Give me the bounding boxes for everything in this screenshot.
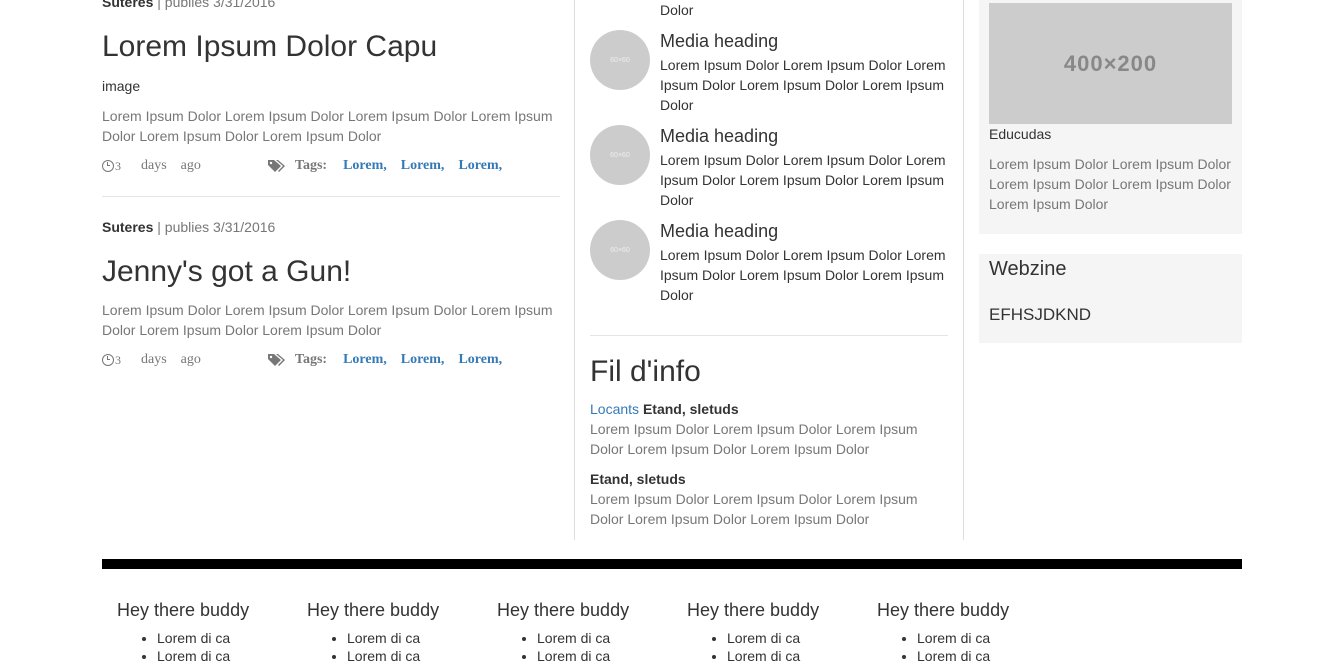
panel-text: Lorem Ipsum Dolor Lorem Ipsum Dolor Lore… xyxy=(989,156,1231,212)
article-title[interactable]: Jenny's got a Gun! xyxy=(102,255,351,289)
footer-link[interactable]: Lorem di ca xyxy=(537,629,677,647)
tags-icon xyxy=(267,353,285,367)
media-text: Lorem Ipsum Dolor Lorem Ipsum Dolor Lore… xyxy=(660,152,946,208)
footer-column: Hey there buddy Lorem di ca Lorem di ca xyxy=(687,600,867,665)
tags-icon xyxy=(267,159,285,173)
footer-link-list: Lorem di ca Lorem di ca xyxy=(877,629,1057,665)
tag-link[interactable]: Lorem, xyxy=(343,352,387,368)
media-text: Lorem Ipsum Dolor Lorem Ipsum Dolor Lore… xyxy=(660,247,946,303)
fil-info-heading: Etand, sletuds xyxy=(590,471,686,487)
article-list: Suteres | publies 3/31/2016 Lorem Ipsum … xyxy=(102,0,562,540)
article-author[interactable]: Suteres xyxy=(102,219,153,235)
time-unit: days xyxy=(141,158,167,173)
panel-caption: Educudas xyxy=(989,126,1052,142)
webzine-body: EFHSJDKND xyxy=(989,305,1092,324)
footer-column-title: Hey there buddy xyxy=(687,600,820,620)
article-date: | publies 3/31/2016 xyxy=(157,219,276,235)
time-ago: ago xyxy=(180,352,201,367)
tags-label: Tags: xyxy=(294,158,328,173)
media-thumbnail: 60×60 xyxy=(590,125,650,185)
media-text-fragment: Dolor xyxy=(660,2,694,18)
media-item: 60×60 Media heading Lorem Ipsum Dolor Lo… xyxy=(590,220,950,305)
fil-info-title: Fil d'info xyxy=(590,355,701,388)
fil-info-text: Lorem Ipsum Dolor Lorem Ipsum Dolor Lore… xyxy=(590,491,918,527)
footer-bar xyxy=(102,559,1242,569)
media-list: Dolor 60×60 Media heading Lorem Ipsum Do… xyxy=(590,0,950,540)
media-heading[interactable]: Media heading xyxy=(660,220,950,242)
footer-column: Hey there buddy Lorem di ca Lorem di ca xyxy=(877,600,1057,665)
article-image-label: image xyxy=(102,78,141,94)
tag-link[interactable]: Lorem, xyxy=(401,158,445,174)
footer-link[interactable]: Lorem di ca xyxy=(917,647,1057,665)
tag-link[interactable]: Lorem, xyxy=(343,158,387,174)
footer-column-title: Hey there buddy xyxy=(877,600,1010,620)
time-unit: days xyxy=(141,352,167,367)
media-heading[interactable]: Media heading xyxy=(660,30,950,52)
time-count: 3 xyxy=(115,158,121,173)
tags-label: Tags: xyxy=(294,352,328,367)
footer-column-title: Hey there buddy xyxy=(497,600,630,620)
webzine-panel: Webzine EFHSJDKND xyxy=(979,254,1242,343)
tag-link[interactable]: Lorem, xyxy=(458,352,502,368)
footer-link[interactable]: Lorem di ca xyxy=(157,647,297,665)
fil-info-text: Lorem Ipsum Dolor Lorem Ipsum Dolor Lore… xyxy=(590,421,918,457)
footer-column: Hey there buddy Lorem di ca Lorem di ca xyxy=(497,600,677,665)
article-excerpt: Lorem Ipsum Dolor Lorem Ipsum Dolor Lore… xyxy=(102,108,553,144)
article-title[interactable]: Lorem Ipsum Dolor Capu xyxy=(102,30,437,64)
image-panel: 400×200 Educudas Lorem Ipsum Dolor Lorem… xyxy=(979,0,1242,234)
column-divider-left xyxy=(574,0,575,540)
time-ago: ago xyxy=(180,158,201,173)
article-footer: 3 days ago Tags: Lorem, Lorem, Lorem, xyxy=(102,158,562,174)
article-meta: Suteres | publies 3/31/2016 xyxy=(102,0,275,10)
footer-link-list: Lorem di ca Lorem di ca xyxy=(497,629,677,665)
article-meta: Suteres | publies 3/31/2016 xyxy=(102,219,275,235)
footer-column-title: Hey there buddy xyxy=(117,600,250,620)
time-count: 3 xyxy=(115,352,121,367)
clock-icon xyxy=(102,160,114,172)
article-author[interactable]: Suteres xyxy=(102,0,153,10)
fil-info-link[interactable]: Locants xyxy=(590,401,639,417)
fil-info-heading: Etand, sletuds xyxy=(642,401,739,417)
media-item: 60×60 Media heading Lorem Ipsum Dolor Lo… xyxy=(590,125,950,210)
article-footer: 3 days ago Tags: Lorem, Lorem, Lorem, xyxy=(102,352,562,368)
footer-column: Hey there buddy Lorem di ca Lorem di ca xyxy=(117,600,297,665)
media-item: 60×60 Media heading Lorem Ipsum Dolor Lo… xyxy=(590,30,950,115)
footer-link[interactable]: Lorem di ca xyxy=(727,629,867,647)
footer-link[interactable]: Lorem di ca xyxy=(347,647,487,665)
section-divider xyxy=(590,335,948,336)
media-text: Lorem Ipsum Dolor Lorem Ipsum Dolor Lore… xyxy=(660,57,946,113)
article-excerpt: Lorem Ipsum Dolor Lorem Ipsum Dolor Lore… xyxy=(102,302,553,338)
footer-link[interactable]: Lorem di ca xyxy=(917,629,1057,647)
article-date: | publies 3/31/2016 xyxy=(157,0,276,10)
footer-column-title: Hey there buddy xyxy=(307,600,440,620)
footer-link[interactable]: Lorem di ca xyxy=(347,629,487,647)
column-divider-right xyxy=(963,0,964,540)
footer-link[interactable]: Lorem di ca xyxy=(157,629,297,647)
clock-icon xyxy=(102,354,114,366)
tag-link[interactable]: Lorem, xyxy=(458,158,502,174)
fil-info-item: Etand, sletuds Lorem Ipsum Dolor Lorem I… xyxy=(590,469,930,529)
fil-info-item: Locants Etand, sletuds Lorem Ipsum Dolor… xyxy=(590,399,930,459)
footer-link-list: Lorem di ca Lorem di ca xyxy=(117,629,297,665)
article-divider xyxy=(102,196,560,197)
footer-column: Hey there buddy Lorem di ca Lorem di ca xyxy=(307,600,487,665)
footer-link-list: Lorem di ca Lorem di ca xyxy=(687,629,867,665)
tag-link[interactable]: Lorem, xyxy=(401,352,445,368)
media-thumbnail: 60×60 xyxy=(590,220,650,280)
footer-link[interactable]: Lorem di ca xyxy=(537,647,677,665)
media-heading[interactable]: Media heading xyxy=(660,125,950,147)
placeholder-image: 400×200 xyxy=(989,3,1232,124)
footer-link[interactable]: Lorem di ca xyxy=(727,647,867,665)
footer-link-list: Lorem di ca Lorem di ca xyxy=(307,629,487,665)
webzine-title: Webzine xyxy=(989,258,1067,280)
media-thumbnail: 60×60 xyxy=(590,30,650,90)
